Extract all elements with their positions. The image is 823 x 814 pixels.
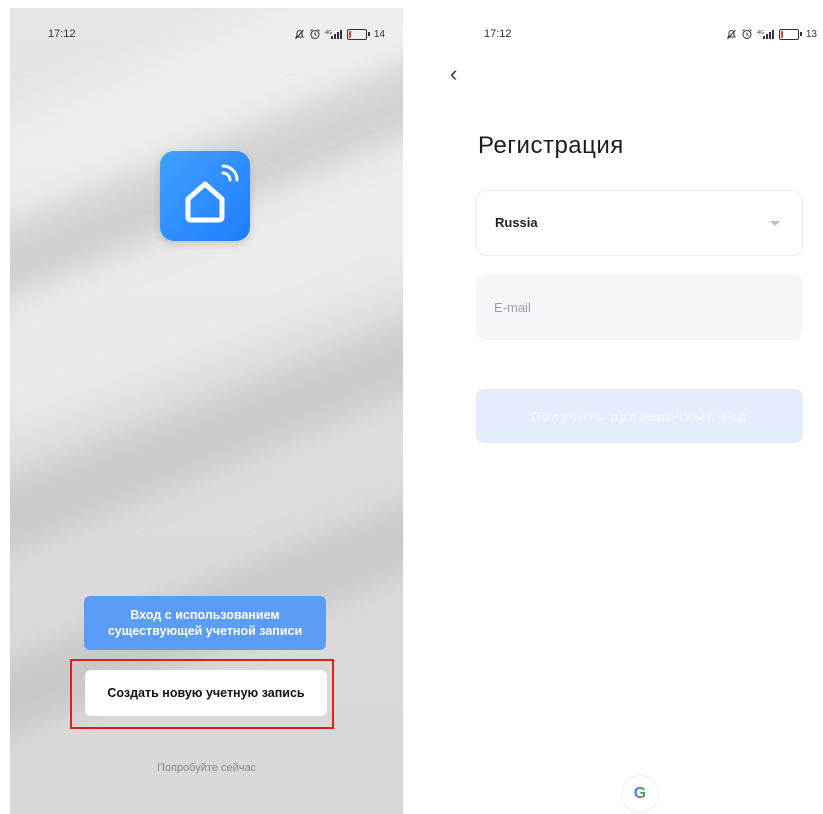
highlight-annotation [70, 659, 334, 729]
alarm-icon [742, 29, 752, 39]
status-bar: 17:12 4G 14 [10, 28, 403, 44]
chevron-left-icon[interactable]: ‹ [450, 63, 470, 85]
battery-percent: 13 [805, 28, 817, 40]
smart-home-icon [160, 151, 250, 241]
status-time: 17:12 [484, 28, 512, 40]
battery-icon [778, 28, 802, 40]
google-icon[interactable]: G [621, 775, 659, 813]
mute-icon [726, 29, 736, 39]
signal-icon: 4G [757, 29, 774, 39]
battery-percent: 14 [373, 28, 385, 40]
country-select[interactable]: Russia [476, 190, 803, 256]
login-existing-account-button[interactable]: Вход с использованием существующей учетн… [84, 596, 326, 650]
google-glyph: G [633, 785, 647, 802]
email-field[interactable] [476, 274, 803, 340]
alarm-icon [310, 29, 320, 39]
page-title: Регистрация [478, 132, 624, 159]
country-value: Russia [495, 215, 538, 230]
svg-text:4G: 4G [757, 30, 764, 36]
try-now-link[interactable]: Попробуйте сейчас [10, 762, 403, 774]
get-verification-code-button[interactable]: Получить проверочный код [476, 389, 803, 443]
status-time: 17:12 [48, 28, 76, 40]
battery-icon [346, 28, 370, 40]
mute-icon [294, 29, 304, 39]
welcome-screen: 17:12 4G 14 Вход с использованием сущест… [10, 8, 403, 814]
registration-screen: 17:12 4G 13 ‹ Регистрация Russia E-mail … [444, 8, 823, 814]
svg-text:4G: 4G [325, 30, 332, 36]
signal-icon: 4G [325, 29, 342, 39]
status-bar: 17:12 4G 13 [444, 28, 823, 44]
chevron-down-icon [770, 221, 780, 226]
